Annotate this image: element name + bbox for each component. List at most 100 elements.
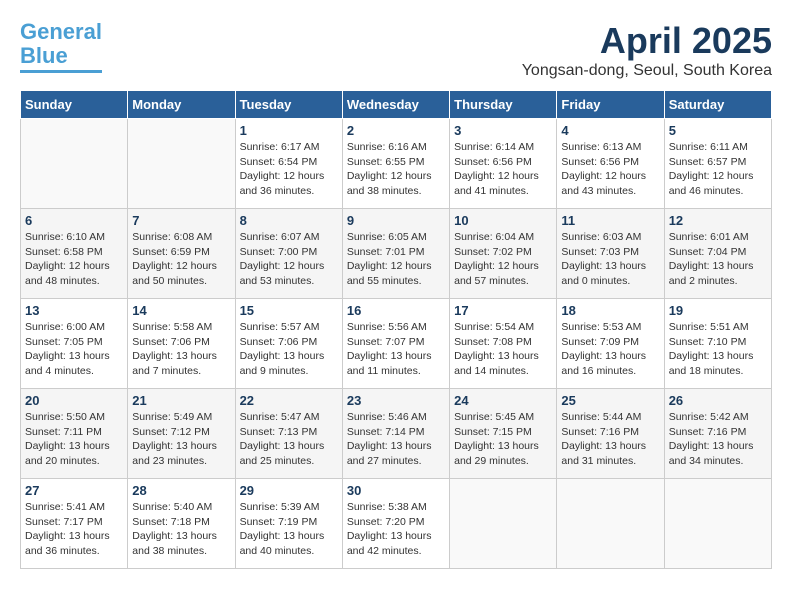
calendar-cell: 9 Sunrise: 6:05 AMSunset: 7:01 PMDaylight… [342,209,449,299]
weekday-header: Friday [557,91,664,119]
calendar-cell: 4Sunrise: 6:13 AMSunset: 6:56 PMDaylight… [557,119,664,209]
day-number: 14 [132,303,230,318]
day-info: Sunrise: 5:41 AMSunset: 7:17 PMDaylight:… [25,500,123,559]
calendar-cell: 28 Sunrise: 5:40 AMSunset: 7:18 PMDayligh… [128,479,235,569]
calendar-cell [557,479,664,569]
calendar-cell: 26Sunrise: 5:42 AMSunset: 7:16 PMDayligh… [664,389,771,479]
day-number: 9 [347,213,445,228]
calendar-cell: 13 Sunrise: 6:00 AMSunset: 7:05 PMDayligh… [21,299,128,389]
day-number: 8 [240,213,338,228]
day-number: 6 [25,213,123,228]
day-number: 28 [132,483,230,498]
calendar-table: SundayMondayTuesdayWednesdayThursdayFrid… [20,90,772,569]
weekday-header: Sunday [21,91,128,119]
day-number: 5 [669,123,767,138]
calendar-cell: 8 Sunrise: 6:07 AMSunset: 7:00 PMDaylight… [235,209,342,299]
calendar-cell: 16Sunrise: 5:56 AMSunset: 7:07 PMDayligh… [342,299,449,389]
title-section: April 2025 Yongsan-dong, Seoul, South Ko… [522,20,772,80]
day-number: 27 [25,483,123,498]
day-info: Sunrise: 6:03 AMSunset: 7:03 PMDaylight:… [561,230,659,289]
day-number: 20 [25,393,123,408]
weekday-header: Wednesday [342,91,449,119]
day-info: Sunrise: 6:05 AMSunset: 7:01 PMDaylight:… [347,230,445,289]
day-number: 22 [240,393,338,408]
day-info: Sunrise: 6:14 AMSunset: 6:56 PMDaylight:… [454,140,552,199]
calendar-week-row: 6Sunrise: 6:10 AMSunset: 6:58 PMDaylight… [21,209,772,299]
day-info: Sunrise: 6:08 AMSunset: 6:59 PMDaylight:… [132,230,230,289]
logo-blue: Blue [20,43,68,68]
day-number: 11 [561,213,659,228]
day-number: 18 [561,303,659,318]
day-info: Sunrise: 6:00 AMSunset: 7:05 PMDaylight:… [25,320,123,379]
page-header: General Blue April 2025 Yongsan-dong, Se… [20,20,772,80]
day-number: 7 [132,213,230,228]
day-info: Sunrise: 5:53 AMSunset: 7:09 PMDaylight:… [561,320,659,379]
day-number: 2 [347,123,445,138]
day-info: Sunrise: 5:58 AMSunset: 7:06 PMDaylight:… [132,320,230,379]
day-info: Sunrise: 5:51 AMSunset: 7:10 PMDaylight:… [669,320,767,379]
day-info: Sunrise: 5:46 AMSunset: 7:14 PMDaylight:… [347,410,445,469]
calendar-cell: 2 Sunrise: 6:16 AMSunset: 6:55 PMDaylight… [342,119,449,209]
calendar-cell: 18 Sunrise: 5:53 AMSunset: 7:09 PMDayligh… [557,299,664,389]
day-info: Sunrise: 5:45 AMSunset: 7:15 PMDaylight:… [454,410,552,469]
calendar-body: 1 Sunrise: 6:17 AMSunset: 6:54 PMDaylight… [21,119,772,569]
calendar-cell: 22 Sunrise: 5:47 AMSunset: 7:13 PMDayligh… [235,389,342,479]
day-info: Sunrise: 5:57 AMSunset: 7:06 PMDaylight:… [240,320,338,379]
day-info: Sunrise: 5:50 AMSunset: 7:11 PMDaylight:… [25,410,123,469]
day-info: Sunrise: 5:49 AMSunset: 7:12 PMDaylight:… [132,410,230,469]
calendar-cell: 11 Sunrise: 6:03 AMSunset: 7:03 PMDayligh… [557,209,664,299]
calendar-cell: 5 Sunrise: 6:11 AMSunset: 6:57 PMDaylight… [664,119,771,209]
weekday-header: Saturday [664,91,771,119]
calendar-cell: 21Sunrise: 5:49 AMSunset: 7:12 PMDayligh… [128,389,235,479]
calendar-cell: 12Sunrise: 6:01 AMSunset: 7:04 PMDayligh… [664,209,771,299]
calendar-cell: 30Sunrise: 5:38 AMSunset: 7:20 PMDayligh… [342,479,449,569]
calendar-cell: 19 Sunrise: 5:51 AMSunset: 7:10 PMDayligh… [664,299,771,389]
calendar-cell: 29 Sunrise: 5:39 AMSunset: 7:19 PMDayligh… [235,479,342,569]
day-info: Sunrise: 5:44 AMSunset: 7:16 PMDaylight:… [561,410,659,469]
calendar-cell: 17Sunrise: 5:54 AMSunset: 7:08 PMDayligh… [450,299,557,389]
weekday-header: Monday [128,91,235,119]
day-number: 29 [240,483,338,498]
day-number: 12 [669,213,767,228]
day-number: 3 [454,123,552,138]
day-info: Sunrise: 5:47 AMSunset: 7:13 PMDaylight:… [240,410,338,469]
calendar-header: SundayMondayTuesdayWednesdayThursdayFrid… [21,91,772,119]
day-info: Sunrise: 5:56 AMSunset: 7:07 PMDaylight:… [347,320,445,379]
logo: General Blue [20,20,102,73]
location: Yongsan-dong, Seoul, South Korea [522,62,772,80]
weekday-row: SundayMondayTuesdayWednesdayThursdayFrid… [21,91,772,119]
day-number: 1 [240,123,338,138]
calendar-week-row: 13 Sunrise: 6:00 AMSunset: 7:05 PMDayligh… [21,299,772,389]
month-title: April 2025 [522,20,772,62]
day-number: 10 [454,213,552,228]
calendar-cell: 14 Sunrise: 5:58 AMSunset: 7:06 PMDayligh… [128,299,235,389]
calendar-cell: 1 Sunrise: 6:17 AMSunset: 6:54 PMDaylight… [235,119,342,209]
day-number: 19 [669,303,767,318]
day-info: Sunrise: 6:13 AMSunset: 6:56 PMDaylight:… [561,140,659,199]
day-info: Sunrise: 6:11 AMSunset: 6:57 PMDaylight:… [669,140,767,199]
calendar-cell: 7 Sunrise: 6:08 AMSunset: 6:59 PMDaylight… [128,209,235,299]
logo-underline [20,70,102,73]
day-number: 13 [25,303,123,318]
calendar-cell [664,479,771,569]
day-info: Sunrise: 6:17 AMSunset: 6:54 PMDaylight:… [240,140,338,199]
calendar-week-row: 1 Sunrise: 6:17 AMSunset: 6:54 PMDaylight… [21,119,772,209]
day-number: 15 [240,303,338,318]
day-info: Sunrise: 5:39 AMSunset: 7:19 PMDaylight:… [240,500,338,559]
day-info: Sunrise: 5:40 AMSunset: 7:18 PMDaylight:… [132,500,230,559]
day-info: Sunrise: 6:16 AMSunset: 6:55 PMDaylight:… [347,140,445,199]
calendar-cell: 10 Sunrise: 6:04 AMSunset: 7:02 PMDayligh… [450,209,557,299]
day-number: 30 [347,483,445,498]
calendar-week-row: 27 Sunrise: 5:41 AMSunset: 7:17 PMDayligh… [21,479,772,569]
logo-general: General [20,19,102,44]
calendar-cell: 3 Sunrise: 6:14 AMSunset: 6:56 PMDaylight… [450,119,557,209]
day-info: Sunrise: 6:04 AMSunset: 7:02 PMDaylight:… [454,230,552,289]
weekday-header: Thursday [450,91,557,119]
calendar-cell: 24Sunrise: 5:45 AMSunset: 7:15 PMDayligh… [450,389,557,479]
calendar-cell: 23Sunrise: 5:46 AMSunset: 7:14 PMDayligh… [342,389,449,479]
calendar-cell: 20 Sunrise: 5:50 AMSunset: 7:11 PMDayligh… [21,389,128,479]
day-number: 17 [454,303,552,318]
calendar-cell: 25Sunrise: 5:44 AMSunset: 7:16 PMDayligh… [557,389,664,479]
day-info: Sunrise: 6:07 AMSunset: 7:00 PMDaylight:… [240,230,338,289]
calendar-cell: 15 Sunrise: 5:57 AMSunset: 7:06 PMDayligh… [235,299,342,389]
